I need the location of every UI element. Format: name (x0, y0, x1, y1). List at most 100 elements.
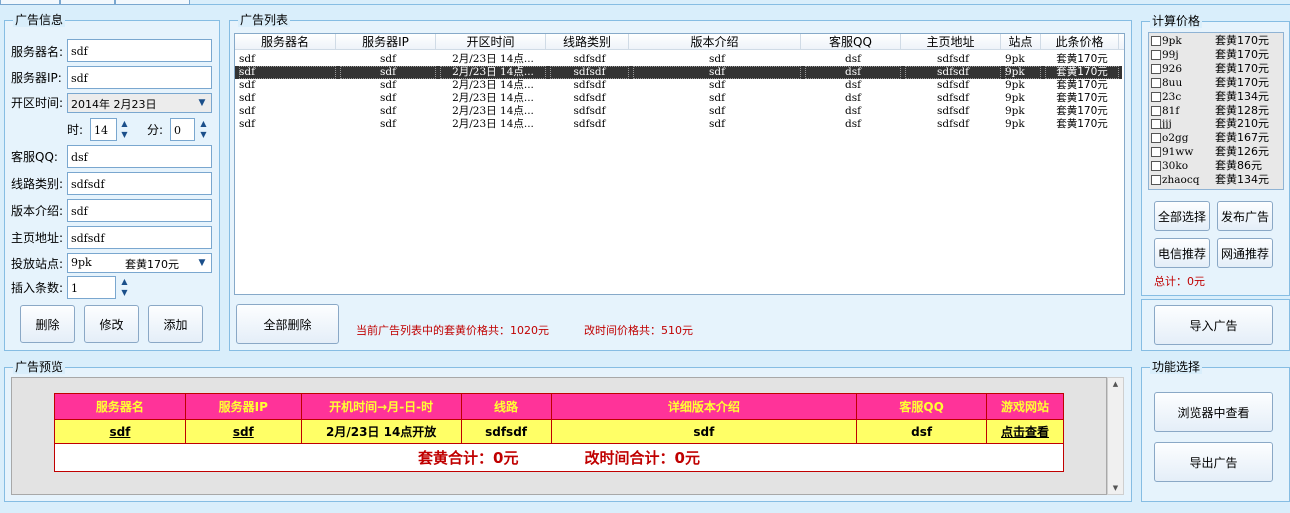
site-price: 套黄134元 (1215, 89, 1269, 103)
ad-list-view[interactable]: 服务器名 服务器IP 开区时间 线路类别 版本介绍 客服QQ 主页地址 站点 此… (234, 33, 1125, 295)
table-cell: sdf (709, 118, 725, 130)
col-header[interactable]: 客服QQ (801, 34, 901, 50)
col-header[interactable]: 服务器名 (235, 34, 336, 50)
checkbox[interactable] (1151, 133, 1161, 144)
checkbox[interactable] (1151, 175, 1161, 185)
minute-stepper[interactable]: ▲ ▼ (197, 118, 210, 141)
site-checkbox-item[interactable]: 99j 套黄170元 (1149, 48, 1281, 62)
checkbox[interactable] (1151, 161, 1161, 172)
checkbox[interactable] (1151, 63, 1161, 74)
table-cell: sdf (380, 118, 396, 130)
spin-up-icon[interactable]: ▲ (197, 118, 210, 129)
telecom-recommend-button[interactable]: 电信推荐 (1154, 238, 1210, 268)
table-cell: sdfsdf (550, 66, 629, 79)
table-row[interactable]: sdf sdf 2月/23日 14点... sdfsdf sdf dsf sdfsdf 9pk… (235, 66, 1122, 79)
server-ip-input[interactable]: sdf (67, 66, 212, 89)
table-cell: sdf (239, 92, 255, 104)
checkbox[interactable] (1151, 77, 1161, 88)
site-checkbox-item[interactable]: 8uu 套黄170元 (1149, 76, 1281, 90)
spin-down-icon[interactable]: ▼ (118, 129, 131, 140)
version-input[interactable]: sdf (67, 199, 212, 222)
open-time-datepicker[interactable]: 2014年 2月23日 ▼ (67, 93, 212, 113)
netcom-recommend-button[interactable]: 网通推荐 (1217, 238, 1273, 268)
modify-button[interactable]: 修改 (84, 305, 139, 343)
site-checkbox-item[interactable]: o2gg 套黄167元 (1149, 131, 1281, 145)
spin-up-icon[interactable]: ▲ (118, 118, 131, 129)
site-name: 8uu (1162, 76, 1183, 89)
checkbox[interactable] (1151, 147, 1161, 158)
ad-preview-title: 广告预览 (13, 360, 66, 374)
preview-site-link[interactable]: 点击查看 (986, 419, 1064, 444)
site-name: 9pk (1162, 35, 1182, 47)
col-header[interactable]: 主页地址 (901, 34, 1001, 50)
spin-down-icon[interactable]: ▼ (197, 129, 210, 140)
col-header[interactable]: 版本介绍 (629, 34, 801, 50)
site-checkbox-item[interactable]: 81f 套黄128元 (1149, 104, 1281, 118)
table-row[interactable]: sdf sdf 2月/23日 14点... sdfsdf sdf dsf sdfsdf 9pk… (235, 92, 1122, 105)
checkbox[interactable] (1151, 91, 1161, 102)
top-tab-1[interactable] (0, 0, 60, 5)
col-header[interactable]: 开区时间 (436, 34, 546, 50)
preview-scrollbar[interactable]: ▲ ▼ (1107, 377, 1124, 495)
qq-input[interactable]: dsf (67, 145, 212, 168)
publish-ad-button[interactable]: 发布广告 (1217, 201, 1273, 231)
checkbox[interactable] (1151, 36, 1161, 46)
select-all-button[interactable]: 全部选择 (1154, 201, 1210, 231)
site-name: jjj (1162, 118, 1172, 131)
table-cell: sdfsdf (905, 66, 1001, 79)
table-row[interactable]: sdf sdf 2月/23日 14点... sdfsdf sdf dsf sdfsdf 9pk… (235, 79, 1122, 92)
hour-stepper[interactable]: ▲ ▼ (118, 118, 131, 141)
table-cell: dsf (845, 92, 861, 104)
spin-up-icon[interactable]: ▲ (118, 276, 131, 287)
minute-input[interactable]: 0 (170, 118, 195, 141)
ad-list-title: 广告列表 (238, 13, 291, 27)
delete-button[interactable]: 删除 (20, 305, 75, 343)
table-row[interactable]: sdf sdf 2月/23日 14点... sdfsdf sdf dsf sdfsdf 9pk… (235, 105, 1122, 118)
site-checkbox-item[interactable]: 926 套黄170元 (1149, 62, 1281, 76)
table-row[interactable]: sdf sdf 2月/23日 14点... sdfsdf sdf dsf sdfsdf 9pk… (235, 118, 1122, 131)
col-header[interactable]: 线路类别 (546, 34, 629, 50)
line-type-input[interactable]: sdfsdf (67, 172, 212, 195)
site-checkbox-item[interactable]: 9pk 套黄170元 (1149, 34, 1281, 48)
scroll-down-icon[interactable]: ▼ (1108, 484, 1123, 492)
site-checkbox-item[interactable]: jjj 套黄210元 (1149, 117, 1281, 131)
top-tab-2[interactable] (60, 0, 115, 5)
export-ad-button[interactable]: 导出广告 (1154, 442, 1273, 482)
site-checkbox-item[interactable]: zhaocq 套黄134元 (1149, 173, 1281, 187)
delete-all-button[interactable]: 全部删除 (236, 304, 339, 344)
view-in-browser-button[interactable]: 浏览器中查看 (1154, 392, 1273, 432)
add-button[interactable]: 添加 (148, 305, 203, 343)
count-stepper[interactable]: ▲ ▼ (118, 276, 131, 299)
table-cell: sdfsdf (937, 79, 969, 91)
scroll-up-icon[interactable]: ▲ (1108, 380, 1123, 388)
chevron-down-icon[interactable]: ▼ (193, 94, 211, 112)
site-price: 套黄134元 (1215, 173, 1269, 186)
time-price-summary: 改时间价格共：510元 (584, 324, 693, 337)
col-header[interactable]: 此条价格 (1041, 34, 1119, 50)
checkbox[interactable] (1151, 105, 1161, 116)
spin-down-icon[interactable]: ▼ (118, 287, 131, 298)
checkbox[interactable] (1151, 119, 1161, 130)
checkbox[interactable] (1151, 49, 1161, 60)
table-cell: sdfsdf (937, 118, 969, 130)
site-checkbox-item[interactable]: 91ww 套黄126元 (1149, 145, 1281, 159)
chevron-down-icon[interactable]: ▼ (193, 254, 211, 272)
col-header[interactable]: 站点 (1001, 34, 1041, 50)
hour-input[interactable]: 14 (90, 118, 117, 141)
col-header[interactable]: 服务器IP (336, 34, 436, 50)
top-tab-3[interactable] (115, 0, 190, 5)
table-row[interactable]: sdf sdf 2月/23日 14点... sdfsdf sdf dsf sdfsdf 9pk… (235, 53, 1122, 66)
server-name-input[interactable]: sdf (67, 39, 212, 62)
table-cell: 2月/23日 14点... (440, 66, 546, 79)
import-ad-button[interactable]: 导入广告 (1154, 305, 1273, 345)
site-checklist[interactable]: 9pk 套黄170元 99j 套黄170元 926 套黄170元 8uu 套黄170元 23c 套… (1148, 32, 1284, 190)
homepage-input[interactable]: sdfsdf (67, 226, 212, 249)
ad-info-title: 广告信息 (13, 13, 66, 27)
site-checkbox-item[interactable]: 23c 套黄134元 (1149, 90, 1281, 104)
table-cell: sdfsdf (573, 79, 606, 91)
site-checkbox-item[interactable]: 30ko 套黄86元 (1149, 159, 1281, 173)
site-select[interactable]: 9pk 套黄170元 ▼ (67, 253, 212, 273)
count-input[interactable]: 1 (67, 276, 116, 299)
table-cell: 套黄170元 (1056, 118, 1108, 130)
table-cell: sdf (239, 53, 255, 65)
